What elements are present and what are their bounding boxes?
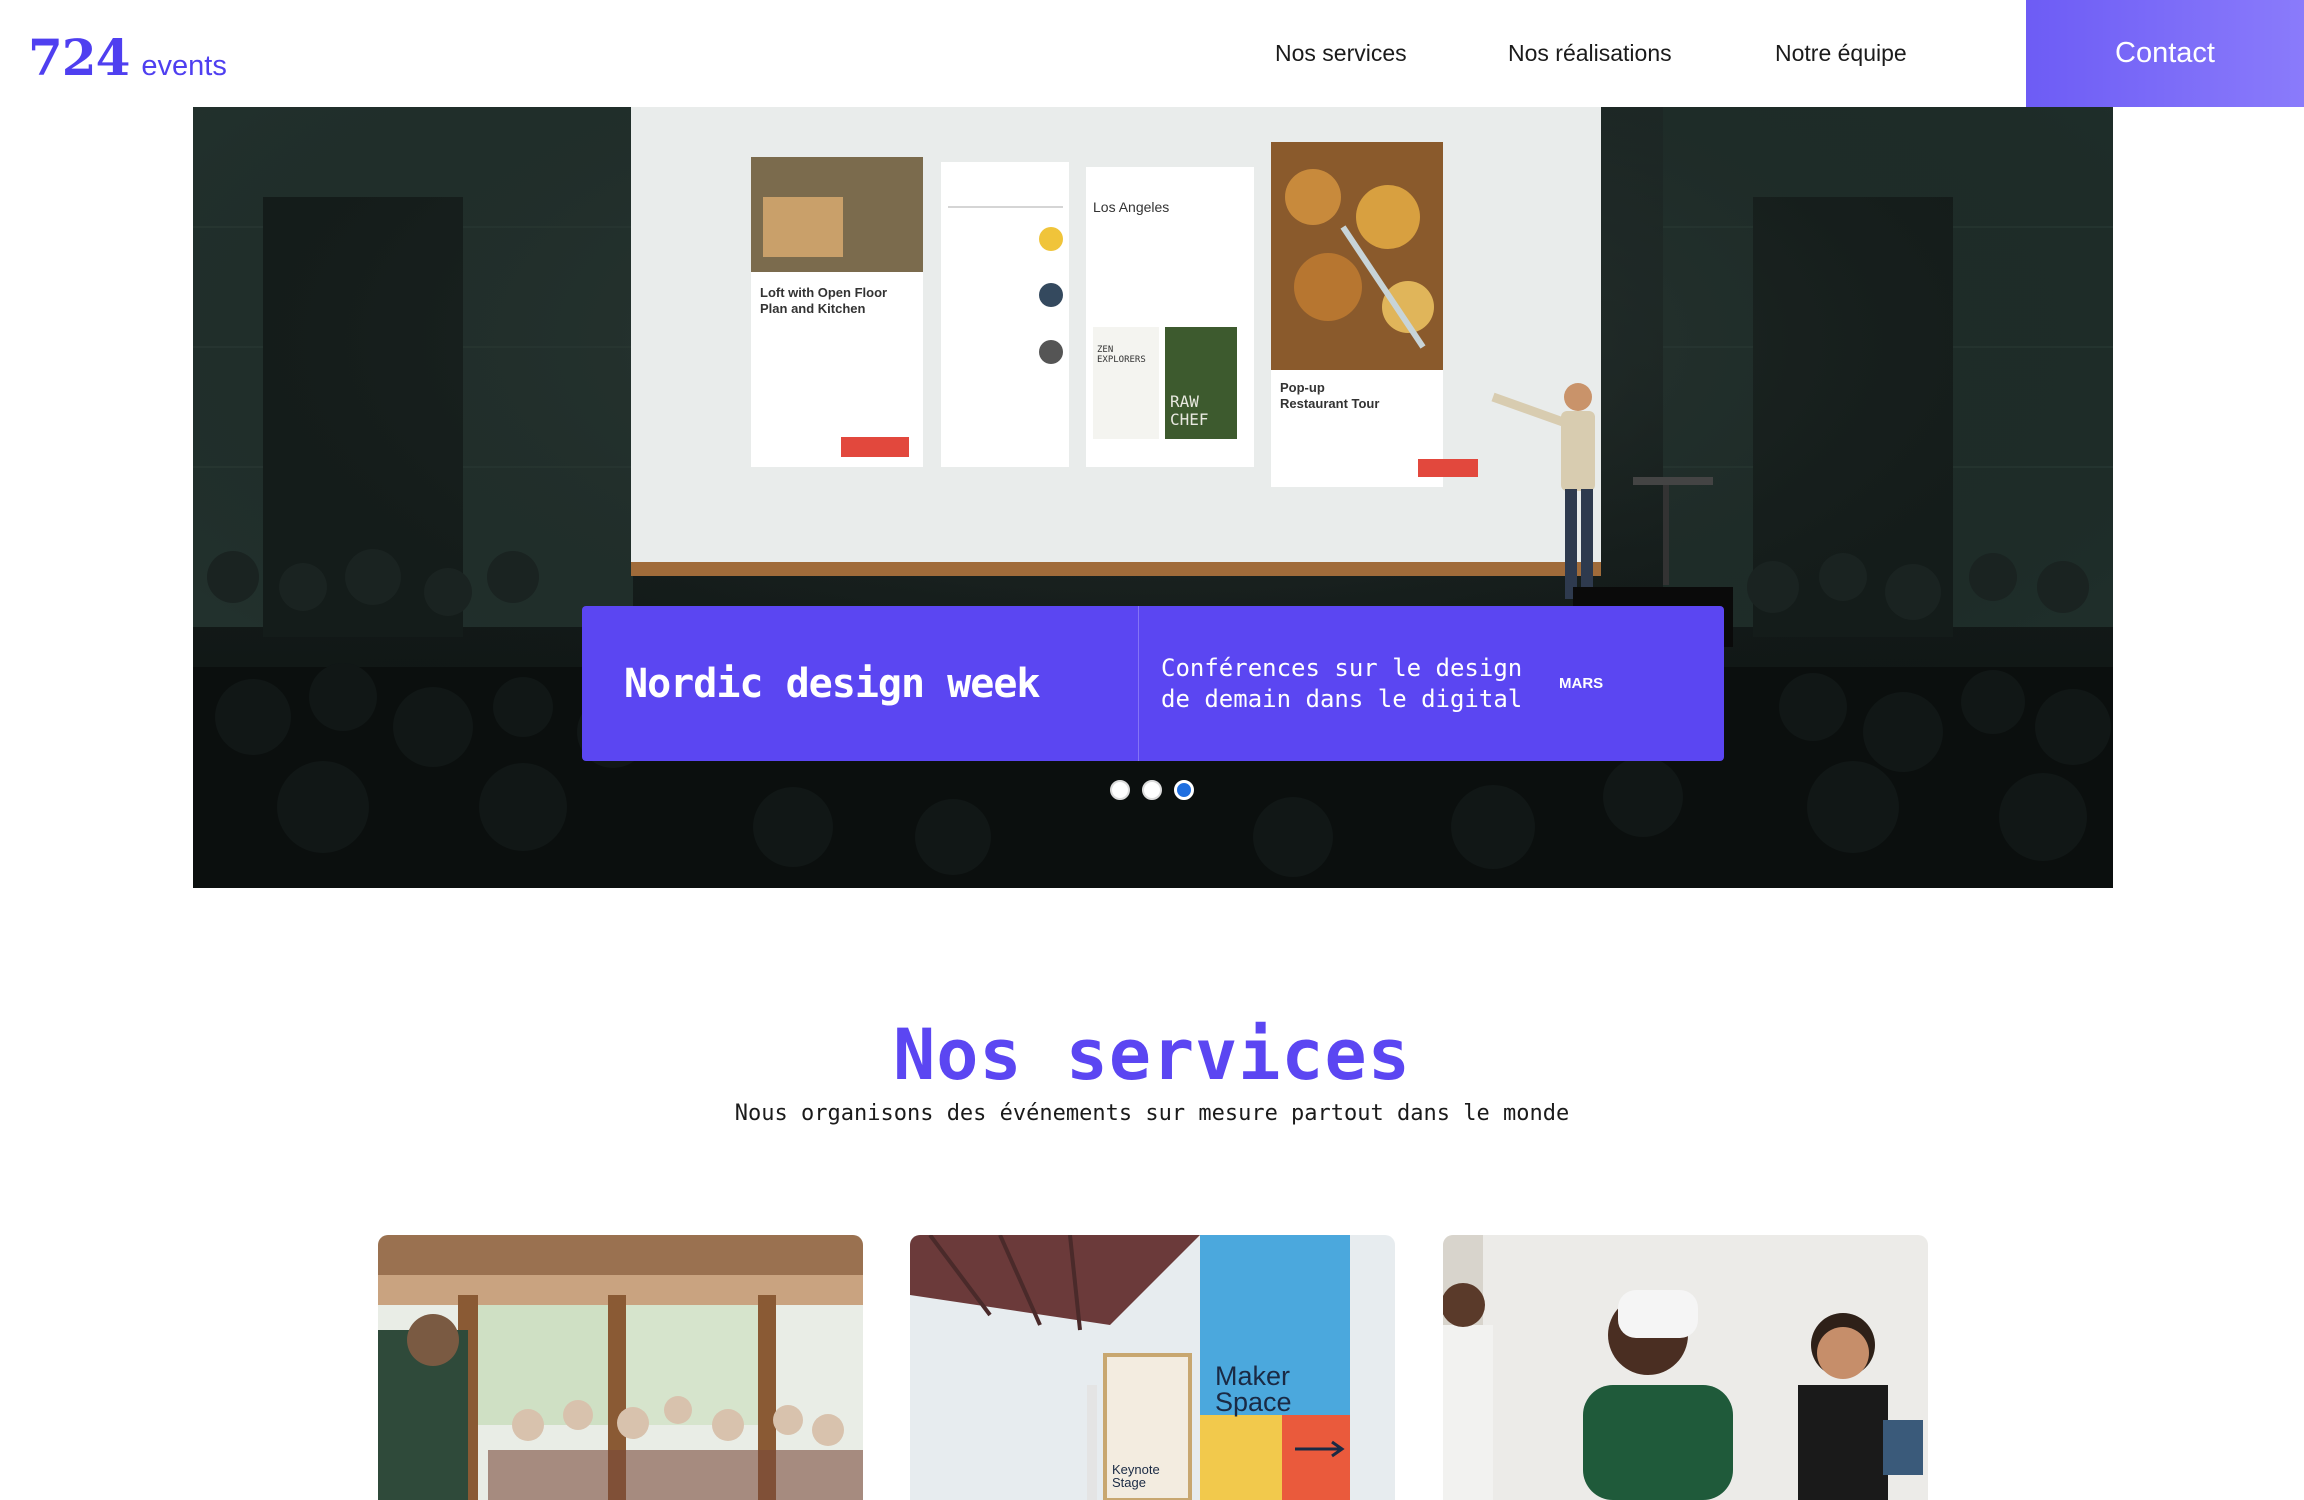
slide-description: Conférences sur le design de demain dans… (1161, 653, 1523, 713)
slider-dots (1110, 780, 1194, 800)
nav-link-services[interactable]: Nos services (1275, 40, 1407, 67)
services-title: Nos services (893, 1014, 1411, 1096)
nav-link-equipe[interactable]: Notre équipe (1775, 40, 1907, 67)
svg-text:Pop-up: Pop-up (1280, 380, 1325, 395)
vr-photo (1443, 1235, 1928, 1500)
contact-button[interactable]: Contact (2026, 0, 2304, 107)
hero-slider: Loft with Open Floor Plan and Kitchen Lo… (193, 107, 2113, 888)
svg-text:EXPLORERS: EXPLORERS (1097, 355, 1146, 365)
maker-space-sign: Maker Space (1215, 1361, 1292, 1417)
svg-text:Loft with Open Floor: Loft with Open Floor (760, 285, 887, 300)
logo-number: 724 (28, 28, 130, 87)
site-header: 724 events Nos services Nos réalisations… (0, 0, 2304, 107)
slide-month: MARS (1559, 675, 1604, 692)
slider-dot-3-active[interactable] (1174, 780, 1194, 800)
service-card-maker-space[interactable]: Maker Space Keynote Stage (910, 1235, 1395, 1500)
keynote-stage-sign: Keynote Stage (1112, 1462, 1160, 1490)
logo[interactable]: 724 events (28, 28, 227, 87)
logo-word: events (141, 50, 227, 82)
svg-text:RAW: RAW (1170, 392, 1199, 411)
svg-text:ZEN: ZEN (1097, 345, 1113, 355)
restaurant-photo (378, 1235, 863, 1500)
service-card-vr[interactable] (1443, 1235, 1928, 1500)
slide-title: Nordic design week (582, 606, 1139, 761)
svg-text:Plan and Kitchen: Plan and Kitchen (760, 301, 866, 316)
nav-link-realisations[interactable]: Nos réalisations (1508, 40, 1672, 67)
slider-dot-2[interactable] (1142, 780, 1162, 800)
svg-text:Los Angeles: Los Angeles (1093, 199, 1169, 215)
slider-dot-1[interactable] (1110, 780, 1130, 800)
slide-caption[interactable]: Nordic design week Conférences sur le de… (582, 606, 1724, 761)
services-subtitle: Nous organisons des événements sur mesur… (734, 1101, 1570, 1126)
svg-text:Restaurant Tour: Restaurant Tour (1280, 396, 1379, 411)
svg-text:CHEF: CHEF (1170, 410, 1209, 429)
hero-photo: Loft with Open Floor Plan and Kitchen Lo… (193, 107, 2113, 888)
service-card-restaurant[interactable] (378, 1235, 863, 1500)
